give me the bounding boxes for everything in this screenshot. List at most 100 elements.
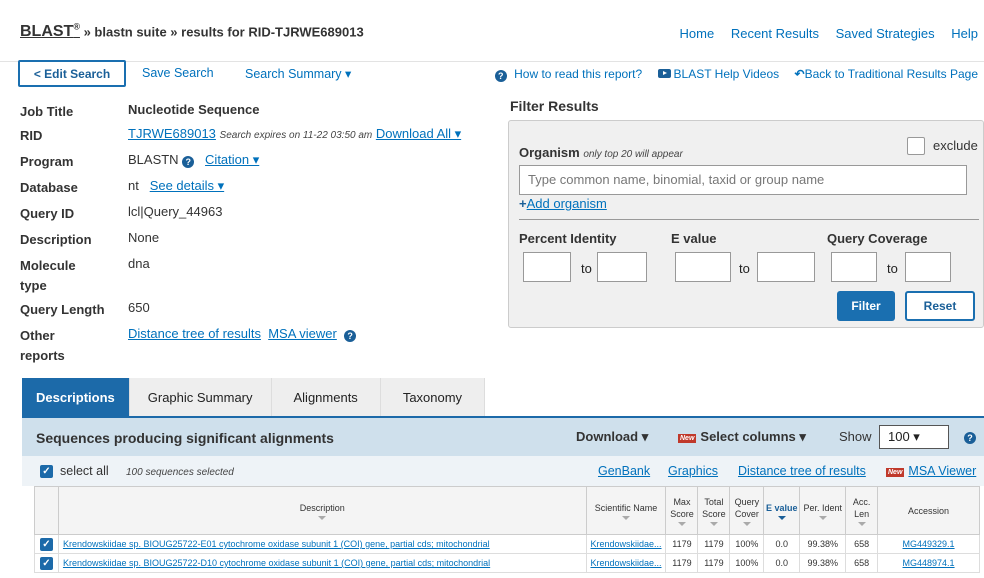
header-accession: Accession [877,486,980,535]
help-links: ? How to read this report? BLAST Help Vi… [491,67,978,82]
help-videos-link[interactable]: BLAST Help Videos [674,67,780,81]
back-traditional-link[interactable]: Back to Traditional Results Page [805,67,978,81]
row-total-score: 1179 [697,553,731,573]
genbank-link[interactable]: GenBank [598,464,650,478]
saved-strategies-link[interactable]: Saved Strategies [836,26,935,41]
back-arrow-icon: ↶ [794,67,805,81]
msa-viewer-results-link[interactable]: New MSA Viewer [886,464,976,478]
header-per-ident[interactable]: Per. Ident [799,486,847,535]
top-bar: BLAST® » blastn suite » results for RID-… [0,0,984,62]
distance-tree-link[interactable]: Distance tree of results [128,326,261,341]
show-label: Show [839,429,872,444]
row-checkbox[interactable]: ✓ [39,537,53,551]
save-search-link[interactable]: Save Search [142,66,214,80]
row-scientific-name-link[interactable]: Krendowskiidae... [590,558,661,568]
organism-input[interactable]: Type common name, binomial, taxid or gro… [519,165,967,195]
percent-identity-min-input[interactable] [523,252,571,282]
select-all-checkbox[interactable]: ✓ [40,465,53,478]
plus-icon: + [519,196,527,211]
see-details-link[interactable]: See details ▾ [150,178,224,193]
row-checkbox[interactable]: ✓ [39,556,53,570]
tab-alignments[interactable]: Alignments [271,378,381,416]
show-count-select[interactable]: 100 ▾ [879,425,949,449]
breadcrumb-results: » results for RID-TJRWE689013 [170,24,364,40]
add-organism[interactable]: +Add organism [519,196,607,211]
percent-identity-max-input[interactable] [597,252,647,282]
query-coverage-max-input[interactable] [905,252,951,282]
row-e-value: 0.0 [763,553,801,573]
to-label: to [581,261,592,276]
query-coverage-min-input[interactable] [831,252,877,282]
new-badge: New [886,468,905,477]
row-description-link[interactable]: Krendowskiidae sp. BIOUG25722-D10 cytoch… [63,558,490,568]
query-length-value: 650 [128,300,150,315]
organism-note: only top 20 will appear [583,149,683,160]
blast-home-link[interactable]: BLAST® [20,22,80,40]
filter-panel: Organism only top 20 will appear exclude… [508,120,984,328]
home-link[interactable]: Home [680,26,715,41]
reset-button[interactable]: Reset [905,291,975,321]
select-bar: ✓ select all 100 sequences selected GenB… [22,456,984,486]
header-scientific-name[interactable]: Scientific Name [585,486,667,535]
breadcrumb-suite[interactable]: » blastn suite [84,24,167,39]
select-columns-dropdown[interactable]: New Select columns ▾ [678,429,806,445]
row-scientific-name-link[interactable]: Krendowskiidae... [590,539,661,549]
results-help-icon[interactable]: ? [964,432,976,444]
percent-identity-label: Percent Identity [519,231,617,246]
results-table: Description Scientific Name Max Score To… [34,486,980,573]
row-accession-link[interactable]: MG448974.1 [903,558,955,568]
exclude-label: exclude [933,138,978,153]
row-query-cover: 100% [729,553,765,573]
e-value-max-input[interactable] [757,252,815,282]
distance-tree-results-link[interactable]: Distance tree of results [738,464,866,478]
selected-count: 100 sequences selected [126,467,234,478]
e-value-min-input[interactable] [675,252,731,282]
row-total-score: 1179 [697,534,731,554]
header-description[interactable]: Description [57,486,587,535]
msa-viewer-link[interactable]: MSA viewer [268,326,337,341]
row-accession-link[interactable]: MG449329.1 [903,539,955,549]
table-row: ✓ Krendowskiidae sp. BIOUG25722-D10 cyto… [34,553,980,573]
program-value: BLASTN [128,152,179,167]
rid-link[interactable]: TJRWE689013 [128,126,216,141]
top-links: Home Recent Results Saved Strategies Hel… [667,26,978,41]
video-icon [657,69,671,78]
organism-label: Organism only top 20 will appear [519,145,683,160]
rid-expiry: Search expires on 11-22 03:50 am [219,130,373,141]
search-summary-link[interactable]: Search Summary ▾ [245,66,351,81]
download-dropdown[interactable]: Download ▾ [576,429,648,445]
tab-descriptions[interactable]: Descriptions [22,378,130,416]
job-title-label: Job Title [20,104,74,119]
header-query-cover[interactable]: Query Cover [729,486,765,535]
graphics-link[interactable]: Graphics [668,464,718,478]
tab-graphic-summary[interactable]: Graphic Summary [129,378,272,416]
query-id-value: lcl|Query_44963 [128,204,223,219]
other-reports-label: Other reports [20,328,65,363]
program-help-icon[interactable]: ? [182,156,195,168]
row-e-value: 0.0 [763,534,801,554]
tab-taxonomy[interactable]: Taxonomy [380,378,486,416]
header-acc-len[interactable]: Acc. Len [845,486,879,535]
header-total-score[interactable]: Total Score [697,486,731,535]
description-label: Description [20,232,92,247]
filter-button[interactable]: Filter [837,291,895,321]
divider [519,219,979,220]
exclude-checkbox[interactable] [907,137,925,155]
row-description-link[interactable]: Krendowskiidae sp. BIOUG25722-E01 cytoch… [63,539,490,549]
download-all-link[interactable]: Download All ▾ [376,126,461,141]
header-e-value[interactable]: E value [763,486,801,535]
table-header-row: Description Scientific Name Max Score To… [34,486,980,535]
how-to-read-link[interactable]: How to read this report? [514,67,642,81]
query-length-label: Query Length [20,302,105,317]
row-per-ident: 99.38% [799,553,847,573]
msa-help-icon[interactable]: ? [344,330,357,342]
edit-search-button[interactable]: < Edit Search [18,60,126,87]
result-tabs: Descriptions Graphic Summary Alignments … [22,378,486,416]
recent-results-link[interactable]: Recent Results [731,26,819,41]
header-max-score[interactable]: Max Score [665,486,699,535]
citation-link[interactable]: Citation ▾ [205,152,259,167]
to-label: to [739,261,750,276]
row-max-score: 1179 [665,534,699,554]
help-link[interactable]: Help [951,26,978,41]
question-icon: ? [494,70,507,82]
